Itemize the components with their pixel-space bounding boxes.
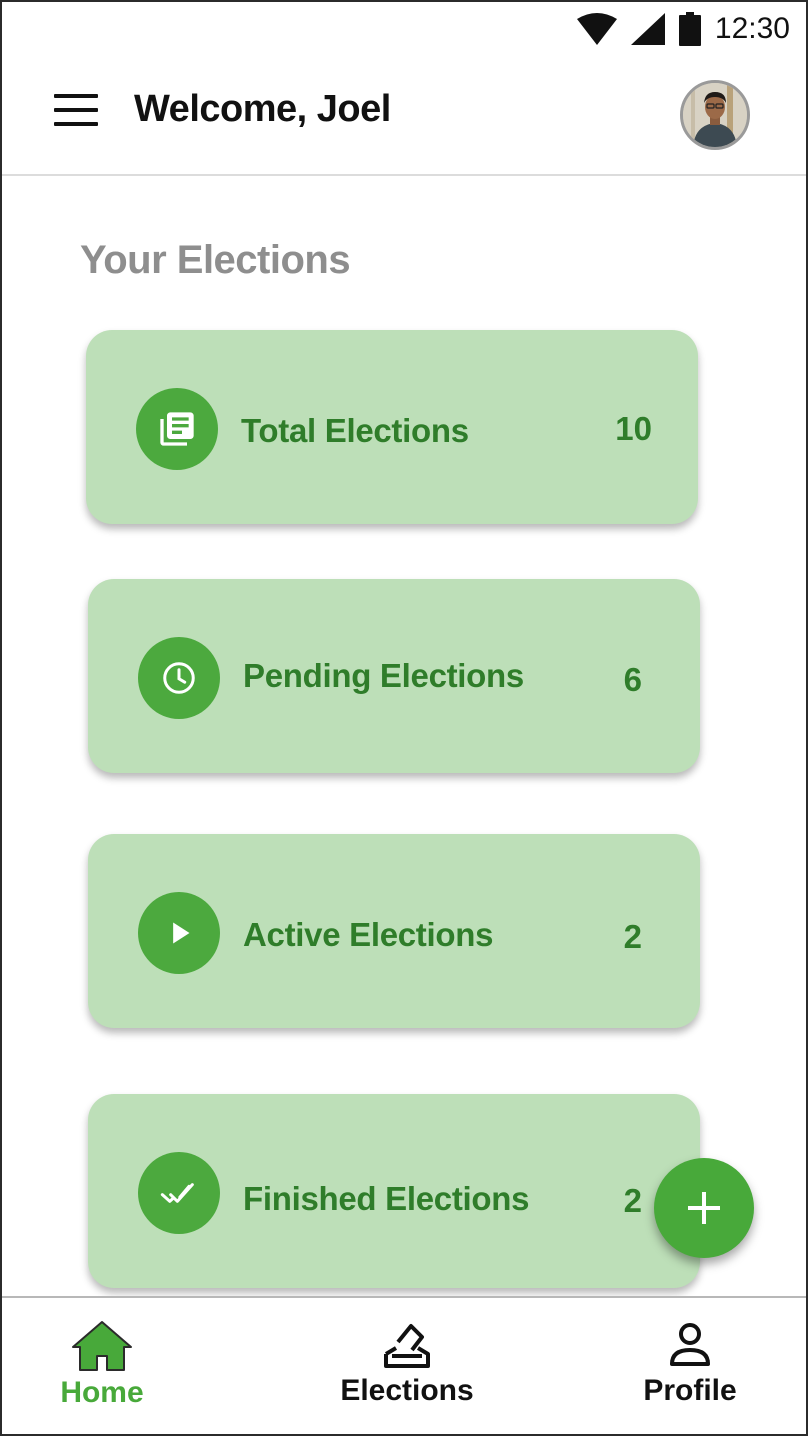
nav-label: Elections: [340, 1374, 474, 1407]
card-icon-circle: [136, 388, 218, 470]
home-icon: [72, 1321, 132, 1371]
add-election-button[interactable]: [654, 1158, 754, 1258]
card-pending-elections[interactable]: Pending Elections 6: [88, 579, 700, 773]
plus-icon: [688, 1192, 720, 1224]
battery-icon: [678, 12, 701, 46]
status-time: 12:30: [714, 12, 790, 45]
clock-icon: [163, 662, 195, 694]
status-icons: 12:30: [576, 10, 790, 48]
card-icon-circle: [138, 892, 220, 974]
ballot-icon: [384, 1324, 430, 1368]
nav-item-elections[interactable]: Elections: [340, 1320, 474, 1408]
section-title: Your Elections: [80, 238, 351, 282]
play-icon: [173, 922, 190, 944]
double-check-icon: [160, 1183, 194, 1203]
nav-label: Profile: [643, 1374, 737, 1407]
nav-item-profile[interactable]: Profile: [638, 1320, 742, 1408]
app-bar: Welcome, Joel: [2, 54, 806, 176]
nav-item-home[interactable]: Home: [60, 1320, 144, 1410]
welcome-title: Welcome, Joel: [134, 88, 391, 130]
card-label: Total Elections: [241, 412, 469, 449]
card-finished-elections[interactable]: Finished Elections 2: [88, 1094, 700, 1288]
status-bar: 12:30: [2, 2, 806, 54]
phone-frame: 12:30 Welcome, Joel Your Elections Total…: [0, 0, 808, 1436]
card-count: 10: [615, 410, 652, 447]
avatar[interactable]: [680, 80, 750, 150]
card-label: Pending Elections: [243, 657, 524, 694]
wifi-icon: [576, 13, 617, 45]
card-icon-circle: [138, 1152, 220, 1234]
card-icon-circle: [138, 637, 220, 719]
card-active-elections[interactable]: Active Elections 2: [88, 834, 700, 1028]
card-total-elections[interactable]: Total Elections 10: [86, 330, 698, 524]
card-label: Finished Elections: [243, 1180, 530, 1217]
nav-label: Home: [60, 1376, 144, 1409]
card-count: 2: [623, 1182, 642, 1219]
person-icon: [670, 1323, 710, 1366]
bottom-nav: Home Elections Profile: [2, 1296, 806, 1434]
card-count: 6: [623, 661, 642, 698]
card-label: Active Elections: [243, 916, 494, 953]
signal-icon: [630, 13, 665, 45]
list-icon: [160, 412, 194, 446]
avatar-image: [683, 83, 747, 147]
card-count: 2: [623, 918, 642, 955]
menu-icon[interactable]: [54, 94, 98, 126]
